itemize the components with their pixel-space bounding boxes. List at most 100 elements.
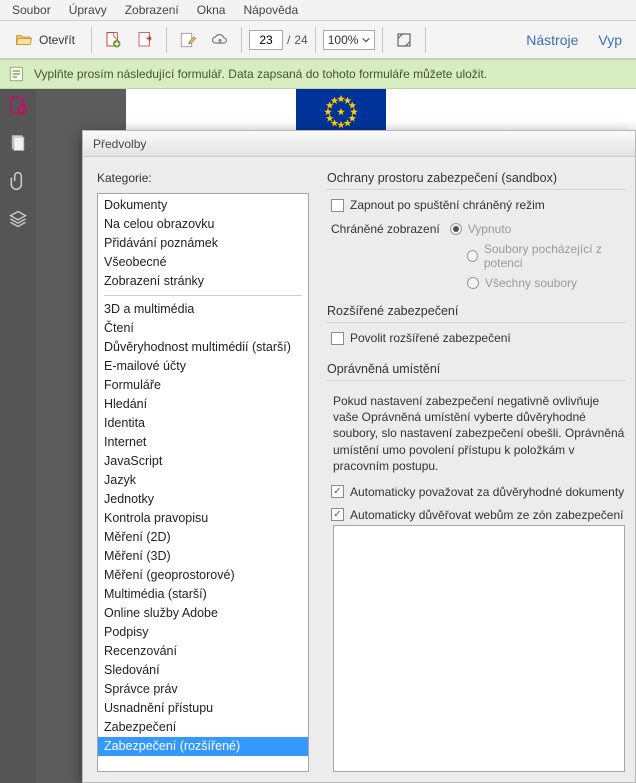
pdf-export-button[interactable] — [131, 26, 159, 54]
page-sep: / — [287, 33, 290, 47]
enhanced-group: Rozšířené zabezpečení Povolit rozšířené … — [327, 304, 625, 348]
category-item[interactable]: Podpisy — [98, 623, 308, 642]
chevron-down-icon — [362, 36, 370, 44]
thumbnails-icon[interactable] — [8, 95, 28, 115]
category-item[interactable]: Online služby Adobe — [98, 604, 308, 623]
pages-icon[interactable] — [8, 133, 28, 153]
locations-description: Pokud nastavení zabezpečení negativně ov… — [333, 393, 625, 474]
category-item[interactable]: Dokumenty — [98, 196, 308, 215]
auto-trust-sites-checkbox[interactable] — [331, 508, 344, 521]
category-item[interactable]: Formuláře — [98, 376, 308, 395]
category-item[interactable]: Čtení — [98, 319, 308, 338]
toolbar-separator — [166, 27, 167, 53]
protected-mode-checkbox[interactable] — [331, 199, 344, 212]
toolbar-separator — [425, 27, 426, 53]
zoom-select[interactable]: 100% — [323, 30, 376, 50]
page-navigator: / 24 — [249, 30, 308, 50]
pdf-doc-icon — [104, 31, 122, 49]
category-item[interactable]: Hledání — [98, 395, 308, 414]
protected-mode-label: Zapnout po spuštění chráněný režim — [350, 198, 545, 212]
pdf-create-button[interactable] — [99, 26, 127, 54]
sandbox-title: Ochrany prostoru zabezpečení (sandbox) — [327, 171, 625, 190]
category-item[interactable]: Recenzování — [98, 642, 308, 661]
category-item[interactable]: Měření (2D) — [98, 528, 308, 547]
attachments-icon[interactable] — [8, 171, 28, 191]
category-item[interactable]: JavaScript — [98, 452, 308, 471]
category-item[interactable]: Všeobecné — [98, 253, 308, 272]
category-item[interactable]: Měření (geoprostorové) — [98, 566, 308, 585]
enable-enhanced-checkbox[interactable] — [331, 332, 344, 345]
category-item[interactable]: Jazyk — [98, 471, 308, 490]
category-item[interactable]: Zabezpečení (rozšířené) — [98, 737, 308, 756]
protected-view-all-label: Všechny soubory — [485, 276, 577, 290]
preferences-dialog: Předvolby Kategorie: DokumentyNa celou o… — [82, 130, 636, 783]
category-item[interactable]: Správce práv — [98, 680, 308, 699]
category-item[interactable]: Měření (3D) — [98, 547, 308, 566]
layers-icon[interactable] — [8, 209, 28, 229]
category-divider — [104, 295, 302, 296]
tools-panel-button[interactable]: Nástroje — [518, 32, 586, 48]
category-item[interactable]: Identita — [98, 414, 308, 433]
eu-flag-image — [296, 89, 386, 135]
page-current-input[interactable] — [249, 30, 283, 50]
toolbar: Otevřít / 24 100% — [0, 21, 636, 59]
protected-view-all-radio[interactable] — [467, 277, 479, 289]
category-item[interactable]: Internet — [98, 433, 308, 452]
fit-button[interactable] — [390, 26, 418, 54]
settings-panel: Ochrany prostoru zabezpečení (sandbox) Z… — [327, 171, 625, 772]
menu-edit[interactable]: Úpravy — [61, 1, 115, 19]
cloud-button[interactable] — [206, 26, 234, 54]
category-item[interactable]: Jednotky — [98, 490, 308, 509]
toolbar-separator — [315, 27, 316, 53]
menu-file[interactable]: Soubor — [4, 1, 59, 19]
category-item[interactable]: E-mailové účty — [98, 357, 308, 376]
form-info-text: Vyplňte prosím následující formulář. Dat… — [34, 67, 487, 81]
zoom-value: 100% — [328, 33, 359, 47]
protected-view-off-label: Vypnuto — [468, 222, 512, 236]
category-item[interactable]: Kontrola pravopisu — [98, 509, 308, 528]
category-item[interactable]: Důvěryhodnost multimédií (starší) — [98, 338, 308, 357]
fill-panel-button[interactable]: Vyp — [590, 32, 630, 48]
auto-trust-docs-checkbox[interactable] — [331, 485, 344, 498]
fullscreen-icon — [395, 31, 413, 49]
open-label: Otevřít — [39, 33, 75, 47]
menubar: Soubor Úpravy Zobrazení Okna Nápověda — [0, 0, 636, 21]
open-button[interactable]: Otevřít — [6, 26, 84, 54]
enable-enhanced-label: Povolit rozšířené zabezpečení — [350, 331, 511, 345]
edit-button[interactable] — [174, 26, 202, 54]
category-item[interactable]: Přidávání poznámek — [98, 234, 308, 253]
locations-group: Oprávněná umístění Pokud nastavení zabez… — [327, 362, 625, 772]
menu-help[interactable]: Nápověda — [235, 1, 306, 19]
menu-window[interactable]: Okna — [189, 1, 234, 19]
category-item[interactable]: 3D a multimédia — [98, 300, 308, 319]
category-item[interactable]: Na celou obrazovku — [98, 215, 308, 234]
cloud-up-icon — [211, 31, 229, 49]
menu-view[interactable]: Zobrazení — [117, 1, 187, 19]
category-item[interactable]: Zabezpečení — [98, 718, 308, 737]
page-total: 24 — [294, 33, 307, 47]
auto-trust-sites-label: Automaticky důvěřovat webům ze zón zabez… — [350, 508, 623, 522]
category-item[interactable]: Usnadnění přístupu — [98, 699, 308, 718]
toolbar-separator — [382, 27, 383, 53]
dialog-title: Předvolby — [83, 131, 635, 157]
left-nav-rail — [0, 89, 36, 783]
category-item[interactable]: Zobrazení stránky — [98, 272, 308, 291]
pencil-doc-icon — [179, 31, 197, 49]
protected-view-off-radio[interactable] — [450, 223, 462, 235]
category-item[interactable]: Sledování — [98, 661, 308, 680]
trusted-locations-list[interactable] — [333, 525, 625, 772]
locations-title: Oprávněná umístění — [327, 362, 625, 381]
form-info-banner: Vyplňte prosím následující formulář. Dat… — [0, 59, 636, 89]
protected-view-files-radio[interactable] — [467, 250, 478, 262]
toolbar-separator — [91, 27, 92, 53]
sandbox-group: Ochrany prostoru zabezpečení (sandbox) Z… — [327, 171, 625, 290]
category-item[interactable]: Multimédia (starší) — [98, 585, 308, 604]
toolbar-separator — [241, 27, 242, 53]
categories-label: Kategorie: — [97, 171, 309, 185]
enhanced-title: Rozšířené zabezpečení — [327, 304, 625, 323]
folder-open-icon — [15, 31, 33, 49]
protected-view-label: Chráněné zobrazení — [331, 222, 440, 236]
auto-trust-docs-label: Automaticky považovat za důvěryhodné dok… — [350, 485, 624, 499]
categories-list[interactable]: DokumentyNa celou obrazovkuPřidávání poz… — [97, 193, 309, 772]
pdf-arrow-icon — [136, 31, 154, 49]
